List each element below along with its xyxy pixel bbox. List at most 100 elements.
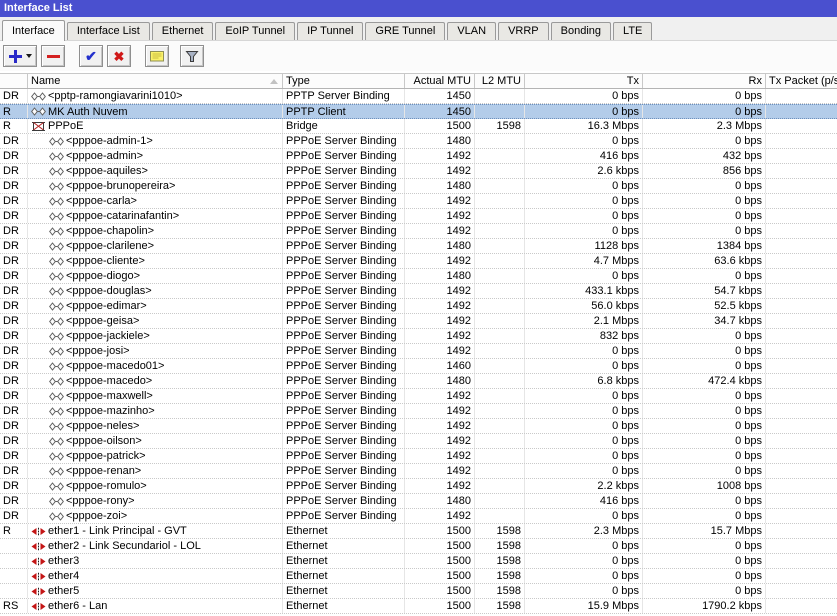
table-row[interactable]: DR <pppoe-aquiles> PPPoE Server Binding 149…: [0, 164, 837, 179]
tab-vrrp[interactable]: VRRP: [498, 22, 549, 40]
table-row[interactable]: DR <pppoe-diogo> PPPoE Server Binding 1480 0…: [0, 269, 837, 284]
table-row[interactable]: RS ether6 - Lan Ethernet 1500 1598 15.9 Mbps 1…: [0, 599, 837, 614]
disable-button[interactable]: ✖: [107, 45, 131, 67]
table-row[interactable]: DR <pppoe-clarilene> PPPoE Server Binding 1…: [0, 239, 837, 254]
column-header-actual_mtu[interactable]: Actual MTU: [405, 74, 475, 88]
tab-ip-tunnel[interactable]: IP Tunnel: [297, 22, 364, 40]
cell-tx_packet: [766, 494, 837, 508]
tab-strip: Interface Interface List Ethernet EoIP Tunn…: [0, 17, 837, 41]
table-row[interactable]: DR <pppoe-carla> PPPoE Server Binding 1492 0…: [0, 194, 837, 209]
cell-actual_mtu: 1492: [405, 314, 475, 328]
table-row[interactable]: ether2 - Link Secundariol - LOL Ethernet 1…: [0, 539, 837, 554]
table-row[interactable]: DR <pppoe-neles> PPPoE Server Binding 1492 0…: [0, 419, 837, 434]
table-row[interactable]: DR <pppoe-brunopereira> PPPoE Server Bindi…: [0, 179, 837, 194]
cell-rx: 0 bps: [643, 419, 766, 433]
column-header-tx[interactable]: Tx: [525, 74, 643, 88]
table-row[interactable]: DR <pppoe-cliente> PPPoE Server Binding 149…: [0, 254, 837, 269]
remove-button[interactable]: [41, 45, 65, 67]
table-row[interactable]: DR <pppoe-douglas> PPPoE Server Binding 149…: [0, 284, 837, 299]
table-row[interactable]: DR <pppoe-zoi> PPPoE Server Binding 1492 0 b…: [0, 509, 837, 524]
tab-interface[interactable]: Interface: [2, 20, 65, 41]
interface-name: <pppoe-cliente>: [66, 255, 145, 267]
table-row[interactable]: Rether1 - Link Principal - GVT Ethernet 15…: [0, 524, 837, 539]
table-row[interactable]: DR <pppoe-rony> PPPoE Server Binding 1480 41…: [0, 494, 837, 509]
table-row[interactable]: DR <pppoe-maxwell> PPPoE Server Binding 149…: [0, 389, 837, 404]
ppp-interface-icon: [49, 481, 64, 491]
column-header-rx[interactable]: Rx: [643, 74, 766, 88]
table-row[interactable]: DR <pppoe-edimar> PPPoE Server Binding 1492…: [0, 299, 837, 314]
cell-actual_mtu: 1492: [405, 149, 475, 163]
cell-type: PPPoE Server Binding: [283, 224, 405, 238]
table-row[interactable]: ether5 Ethernet 1500 1598 0 bps 0 bps: [0, 584, 837, 599]
tab-gre-tunnel[interactable]: GRE Tunnel: [365, 22, 446, 40]
column-header-type[interactable]: Type: [283, 74, 405, 88]
tab-lte[interactable]: LTE: [613, 22, 653, 40]
table-row[interactable]: DR <pppoe-admin> PPPoE Server Binding 1492 4…: [0, 149, 837, 164]
cell-flags: DR: [0, 374, 28, 388]
tab-bonding[interactable]: Bonding: [550, 22, 612, 40]
cell-l2_mtu: [475, 299, 525, 313]
table-row[interactable]: DR <pppoe-catarinafantin> PPPoE Server Bin…: [0, 209, 837, 224]
table-row[interactable]: DR <pppoe-geisa> PPPoE Server Binding 1492 2…: [0, 314, 837, 329]
table-row[interactable]: DR <pppoe-admin-1> PPPoE Server Binding 148…: [0, 134, 837, 149]
cell-tx_packet: [766, 254, 837, 268]
cell-tx_packet: [766, 89, 837, 103]
filter-button[interactable]: [180, 45, 204, 67]
table-row[interactable]: ether3 Ethernet 1500 1598 0 bps 0 bps: [0, 554, 837, 569]
table-row[interactable]: R MK Auth Nuvem PPTP Client 1450 0 bps 0 bps: [0, 104, 837, 119]
ppp-interface-icon: [49, 421, 64, 431]
cell-type: Ethernet: [283, 554, 405, 568]
table-row[interactable]: DR <pppoe-patrick> PPPoE Server Binding 149…: [0, 449, 837, 464]
interface-name: <pppoe-edimar>: [66, 300, 147, 312]
window-titlebar[interactable]: Interface List: [0, 0, 837, 17]
cell-tx: 0 bps: [525, 434, 643, 448]
cell-name: ether6 - Lan: [28, 599, 283, 613]
cell-actual_mtu: 1492: [405, 224, 475, 238]
cell-type: PPPoE Server Binding: [283, 254, 405, 268]
table-row[interactable]: DR <pppoe-macedo01> PPPoE Server Binding 14…: [0, 359, 837, 374]
table-row[interactable]: DR <pppoe-jackiele> PPPoE Server Binding 14…: [0, 329, 837, 344]
cell-flags: R: [0, 119, 28, 133]
column-header-tx_packet[interactable]: Tx Packet (p/s: [766, 74, 837, 88]
interface-name: ether1 - Link Principal - GVT: [48, 525, 187, 537]
table-row[interactable]: DR <pppoe-josi> PPPoE Server Binding 1492 0 …: [0, 344, 837, 359]
table-row[interactable]: DR <pppoe-oilson> PPPoE Server Binding 1492…: [0, 434, 837, 449]
ppp-interface-icon: [49, 406, 64, 416]
cell-actual_mtu: 1492: [405, 449, 475, 463]
tab-vlan[interactable]: VLAN: [447, 22, 497, 40]
column-header-l2_mtu[interactable]: L2 MTU: [475, 74, 525, 88]
column-header-label: Tx: [626, 75, 639, 87]
cell-name: MK Auth Nuvem: [28, 105, 283, 118]
tab-eoip-tunnel[interactable]: EoIP Tunnel: [215, 22, 296, 40]
cell-type: PPPoE Server Binding: [283, 464, 405, 478]
table-row[interactable]: DR <pppoe-chapolin> PPPoE Server Binding 14…: [0, 224, 837, 239]
interface-name: <pppoe-aquiles>: [66, 165, 148, 177]
cell-l2_mtu: [475, 464, 525, 478]
table-row[interactable]: DR <pppoe-macedo> PPPoE Server Binding 1480…: [0, 374, 837, 389]
table-row[interactable]: R PPPoE Bridge 1500 1598 16.3 Mbps 2.3 Mbps: [0, 119, 837, 134]
comment-button[interactable]: [145, 45, 169, 67]
tab-ethernet[interactable]: Ethernet: [151, 22, 214, 40]
table-row[interactable]: ether4 Ethernet 1500 1598 0 bps 0 bps: [0, 569, 837, 584]
table-row[interactable]: DR <pppoe-mazinho> PPPoE Server Binding 149…: [0, 404, 837, 419]
cell-flags: DR: [0, 224, 28, 238]
cell-name: <pppoe-cliente>: [28, 254, 283, 268]
cell-tx: 416 bps: [525, 494, 643, 508]
cell-rx: 1384 bps: [643, 239, 766, 253]
cell-flags: DR: [0, 434, 28, 448]
enable-button[interactable]: ✔: [79, 45, 103, 67]
cell-actual_mtu: 1492: [405, 254, 475, 268]
ppp-interface-icon: [31, 91, 46, 101]
column-header-flags[interactable]: [0, 74, 28, 88]
column-header-name[interactable]: Name: [28, 74, 283, 88]
table-row[interactable]: DR <pptp-ramongiavarini1010> PPTP Server B…: [0, 89, 837, 104]
cell-type: PPPoE Server Binding: [283, 284, 405, 298]
interface-name: <pppoe-brunopereira>: [66, 180, 176, 192]
cell-tx_packet: [766, 209, 837, 223]
table-row[interactable]: DR <pppoe-romulo> PPPoE Server Binding 1492…: [0, 479, 837, 494]
tab-interface-list[interactable]: Interface List: [66, 22, 150, 40]
table-row[interactable]: DR <pppoe-renan> PPPoE Server Binding 1492 0…: [0, 464, 837, 479]
add-button[interactable]: [3, 45, 37, 67]
cell-l2_mtu: [475, 449, 525, 463]
cell-l2_mtu: 1598: [475, 524, 525, 538]
